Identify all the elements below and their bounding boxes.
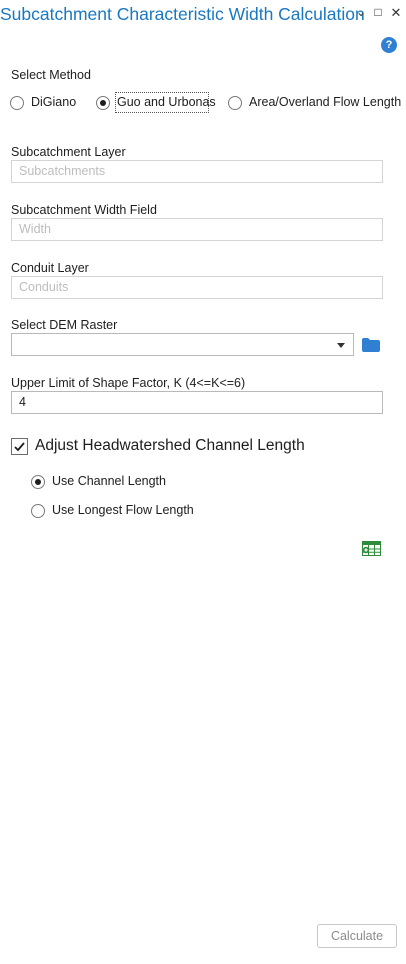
method-option-label: Area/Overland Flow Length (249, 95, 402, 109)
subcatchment-layer-input[interactable]: Subcatchments (11, 160, 383, 183)
window-title: Subcatchment Characteristic Width Calcul… (0, 4, 365, 24)
radio-circle (10, 96, 24, 110)
radio-circle-selected (96, 96, 110, 110)
subcatchment-layer-label: Subcatchment Layer (11, 145, 126, 159)
shape-factor-input[interactable]: 4 (11, 391, 383, 414)
method-option-label: DiGiano (31, 95, 77, 109)
dem-raster-label: Select DEM Raster (11, 318, 118, 332)
radio-circle-selected (31, 475, 45, 489)
method-label: Select Method (11, 68, 91, 82)
conduit-layer-label: Conduit Layer (11, 261, 89, 275)
width-field-label: Subcatchment Width Field (11, 203, 157, 217)
method-option-label: Guo and Urbonas (117, 95, 216, 109)
dem-raster-dropdown[interactable] (11, 333, 354, 356)
radio-circle (228, 96, 242, 110)
title-bar: Subcatchment Characteristic Width Calcul… (0, 0, 406, 30)
adjust-option-label: Use Longest Flow Length (52, 503, 194, 517)
checkmark-icon (14, 442, 25, 452)
close-icon[interactable]: ✕ (389, 5, 403, 21)
shape-factor-label: Upper Limit of Shape Factor, K (4<=K<=6) (11, 376, 246, 390)
radio-circle (31, 504, 45, 518)
table-icon[interactable] (362, 541, 381, 556)
adjust-option-label: Use Channel Length (52, 474, 166, 488)
menu-chevron-icon[interactable]: ⌄ (354, 5, 368, 21)
folder-icon[interactable] (362, 338, 380, 352)
conduit-layer-input[interactable]: Conduits (11, 276, 383, 299)
adjust-headwatershed-label: Adjust Headwatershed Channel Length (35, 437, 305, 454)
adjust-headwatershed-checkbox[interactable] (11, 438, 28, 455)
width-field-input[interactable]: Width (11, 218, 383, 241)
calculate-button[interactable]: Calculate (317, 924, 397, 948)
help-icon[interactable]: ? (381, 37, 397, 53)
maximize-icon[interactable]: □ (371, 5, 385, 21)
chevron-down-icon[interactable] (337, 343, 345, 348)
